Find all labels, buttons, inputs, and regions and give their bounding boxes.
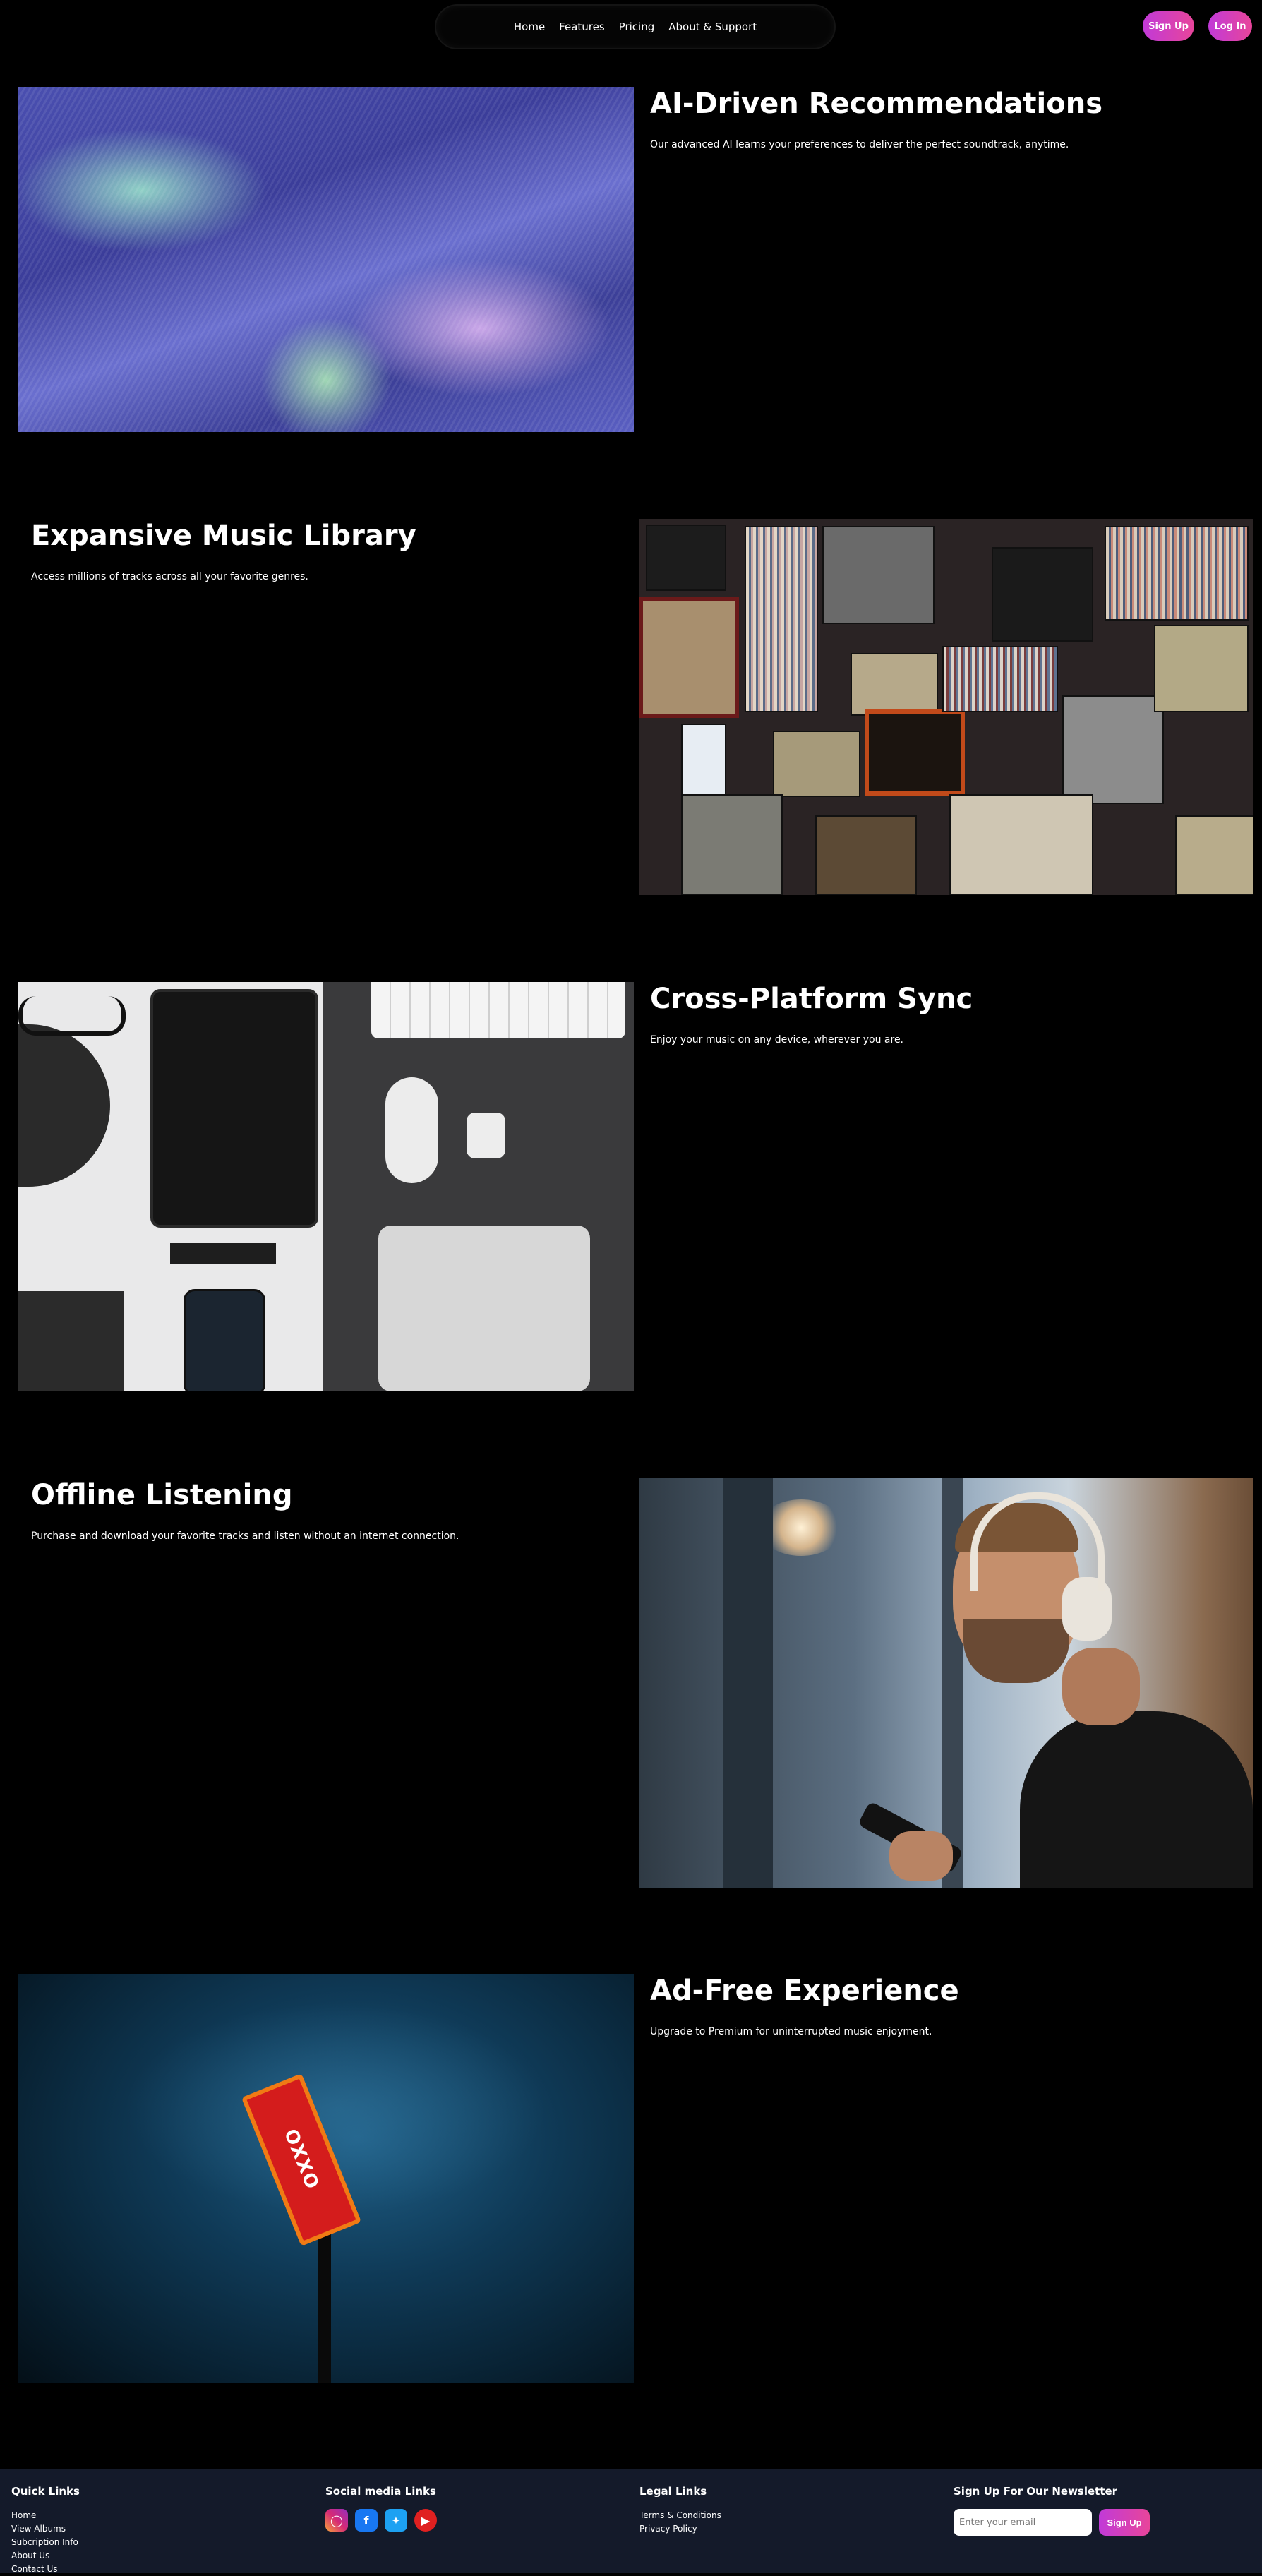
holographic-fabric-image (18, 87, 634, 432)
feature-title-ai: AI-Driven Recommendations (650, 88, 1102, 120)
sign-text: OXXO (280, 2126, 323, 2194)
sign-in-blue-sky-image: OXXO (18, 1974, 634, 2383)
feature-desc-adfree: Upgrade to Premium for uninterrupted mus… (650, 2026, 932, 2037)
newsletter-title: Sign Up For Our Newsletter (954, 2485, 1118, 2498)
site-footer: Quick Links Home View Albums Subcription… (0, 2469, 1262, 2576)
footer-link-terms[interactable]: Terms & Conditions (639, 2509, 721, 2522)
newsletter-signup-button[interactable]: Sign Up (1099, 2509, 1150, 2536)
youtube-icon[interactable]: ▶ (414, 2509, 437, 2532)
social-links-section: Social media Links ◯ f ✦ ▶ (325, 2485, 437, 2532)
feature-desc-sync: Enjoy your music on any device, wherever… (650, 1034, 904, 1046)
devices-flatlay-image (18, 982, 634, 1391)
sign-up-button[interactable]: Sign Up (1143, 11, 1194, 41)
footer-link-view-albums[interactable]: View Albums (11, 2522, 80, 2536)
quick-links-title: Quick Links (11, 2485, 80, 2498)
nav-home[interactable]: Home (514, 20, 545, 33)
nav-about-support[interactable]: About & Support (668, 20, 757, 33)
newsletter-email-input[interactable] (954, 2509, 1092, 2536)
footer-link-subscription-info[interactable]: Subcription Info (11, 2536, 80, 2549)
feature-title-sync: Cross-Platform Sync (650, 983, 973, 1015)
feature-desc-library: Access millions of tracks across all you… (31, 571, 308, 582)
facebook-icon[interactable]: f (355, 2509, 378, 2532)
amplifiers-records-image (639, 519, 1253, 895)
feature-desc-ai: Our advanced AI learns your preferences … (650, 139, 1069, 150)
social-links-title: Social media Links (325, 2485, 436, 2498)
footer-link-privacy[interactable]: Privacy Policy (639, 2522, 721, 2536)
feature-desc-offline: Purchase and download your favorite trac… (31, 1530, 459, 1542)
twitter-icon[interactable]: ✦ (385, 2509, 407, 2532)
feature-title-offline: Offline Listening (31, 1479, 293, 1511)
footer-link-contact-us[interactable]: Contact Us (11, 2563, 80, 2576)
legal-links-title: Legal Links (639, 2485, 707, 2498)
quick-links-section: Quick Links Home View Albums Subcription… (11, 2485, 80, 2576)
footer-link-home[interactable]: Home (11, 2509, 80, 2522)
footer-link-about-us[interactable]: About Us (11, 2549, 80, 2563)
newsletter-section: Sign Up For Our Newsletter Sign Up (954, 2485, 1150, 2536)
feature-title-library: Expansive Music Library (31, 520, 416, 552)
nav-pricing[interactable]: Pricing (619, 20, 655, 33)
legal-links-section: Legal Links Terms & Conditions Privacy P… (639, 2485, 721, 2536)
main-nav: Home Features Pricing About & Support (436, 6, 834, 48)
feature-title-adfree: Ad-Free Experience (650, 1975, 959, 2007)
instagram-icon[interactable]: ◯ (325, 2509, 348, 2532)
log-in-button[interactable]: Log In (1208, 11, 1252, 41)
man-with-headphones-image (639, 1478, 1253, 1888)
nav-features[interactable]: Features (559, 20, 605, 33)
